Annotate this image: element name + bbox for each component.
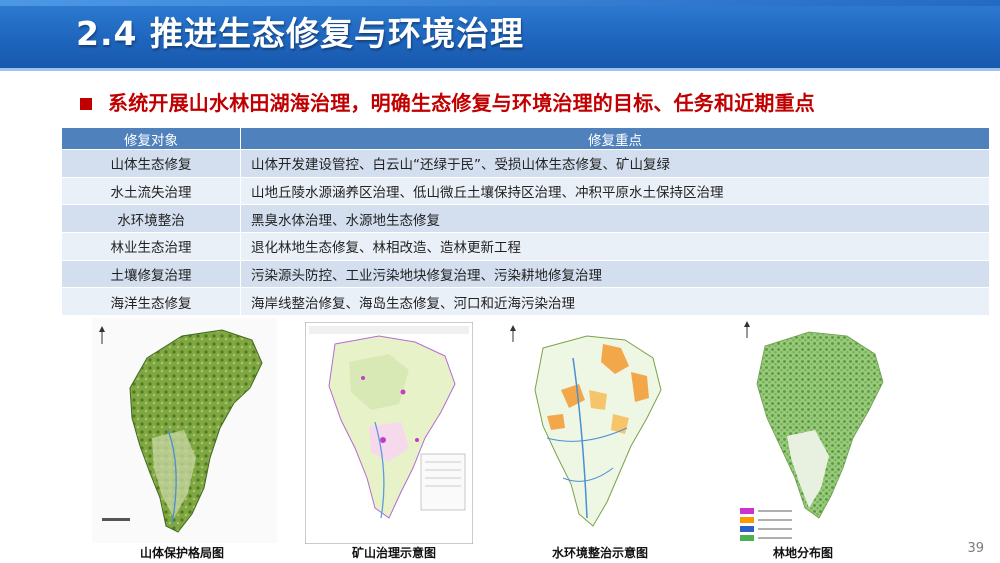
table-cell-focus: 山体开发建设管控、白云山“还绿于民”、受损山体生态修复、矿山复绿	[240, 149, 990, 178]
title-divider	[0, 68, 1000, 71]
mountain-protection-map	[92, 318, 277, 543]
slide-subtitle: 系统开展山水林田湖海治理，明确生态修复与环境治理的目标、任务和近期重点	[108, 91, 815, 115]
legend-swatch	[740, 535, 754, 541]
map-caption: 山体保护格局图	[140, 546, 225, 560]
table-row: 水土流失治理 山地丘陵水源涵养区治理、低山微丘土壤保持区治理、冲积平原水土保持区…	[62, 176, 990, 205]
table-row: 水环境整治 黑臭水体治理、水源地生态修复	[62, 204, 990, 233]
table-cell-focus: 退化林地生态修复、林相改造、造林更新工程	[240, 232, 990, 261]
table-cell-object: 水环境整治	[62, 204, 241, 233]
water-environment-map	[503, 318, 678, 544]
legend-item	[740, 516, 800, 524]
table-cell-object: 林业生态治理	[62, 232, 241, 261]
legend-item	[740, 507, 800, 515]
title-bar-accent	[0, 0, 1000, 6]
mine-governance-map	[305, 322, 473, 544]
restoration-table: 修复对象 修复重点 山体生态修复 山体开发建设管控、白云山“还绿于民”、受损山体…	[62, 128, 990, 316]
title-bar: 2.4 推进生态修复与环境治理	[0, 0, 1000, 68]
table-header-row: 修复对象 修复重点	[62, 128, 990, 150]
slide-title: 2.4 推进生态修复与环境治理	[76, 14, 524, 53]
table-cell-focus: 山地丘陵水源涵养区治理、低山微丘土壤保持区治理、冲积平原水土保持区治理	[240, 176, 990, 205]
legend-swatch	[740, 526, 754, 532]
legend-item	[740, 534, 800, 542]
legend-swatch	[740, 517, 754, 523]
table-row: 山体生态修复 山体开发建设管控、白云山“还绿于民”、受损山体生态修复、矿山复绿	[62, 149, 990, 178]
square-bullet-icon	[80, 98, 92, 110]
page-number: 39	[967, 541, 984, 556]
table-cell-focus: 黑臭水体治理、水源地生态修复	[240, 204, 990, 233]
legend-item	[740, 525, 800, 533]
map-caption: 水环境整治示意图	[552, 546, 649, 560]
table-row: 海洋生态修复 海岸线整治修复、海岛生态修复、河口和近海污染治理	[62, 287, 990, 316]
forest-map-legend	[740, 507, 800, 543]
table-cell-object: 海洋生态修复	[62, 287, 241, 316]
table-cell-object: 水土流失治理	[62, 176, 241, 205]
column-header-object: 修复对象	[62, 128, 241, 150]
legend-swatch	[740, 508, 754, 514]
table-cell-focus: 海岸线整治修复、海岛生态修复、河口和近海污染治理	[240, 287, 990, 316]
table-cell-focus: 污染源头防控、工业污染地块修复治理、污染耕地修复治理	[240, 259, 990, 288]
table-row: 林业生态治理 退化林地生态修复、林相改造、造林更新工程	[62, 232, 990, 261]
map-caption: 矿山治理示意图	[352, 546, 437, 560]
table-cell-object: 土壤修复治理	[62, 259, 241, 288]
map-caption: 林地分布图	[773, 546, 834, 560]
column-header-focus: 修复重点	[240, 128, 990, 150]
table-cell-object: 山体生态修复	[62, 149, 241, 178]
table-row: 土壤修复治理 污染源头防控、工业污染地块修复治理、污染耕地修复治理	[62, 259, 990, 288]
